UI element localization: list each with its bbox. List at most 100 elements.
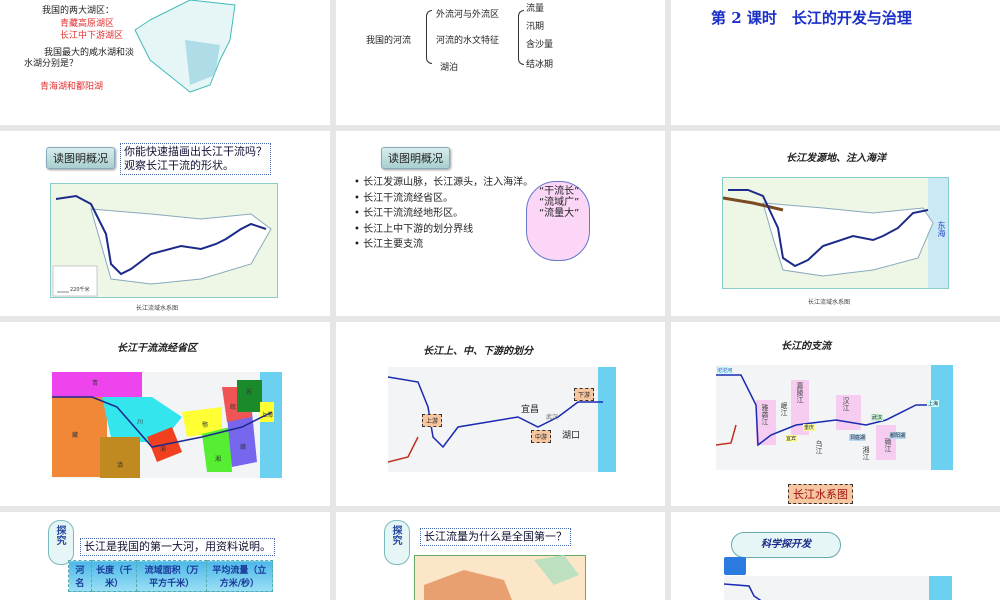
bullet-item: 长江发源山脉，长江源头，注入海洋。	[354, 175, 533, 191]
china-terrain-map	[414, 555, 586, 600]
bullet-item: 长江上中下游的划分界线	[354, 222, 533, 238]
header-cell: 平均流量（立方米/秒）	[205, 560, 274, 592]
question-2: 水湖分别是？	[24, 59, 79, 69]
question-1: 你能快速描画出长江干流吗？	[124, 145, 267, 158]
hukou-label: 湖口	[562, 431, 581, 441]
brace	[518, 10, 524, 65]
yalong-river-label: 雅砻江	[761, 404, 769, 425]
slide-title: 长江发源地、注入海洋	[786, 153, 886, 164]
slide-2[interactable]: 我国的河流 外流河与外流区 河流的水文特征 湖泊 流量 汛期 含沙量 结冰期	[336, 0, 665, 125]
slide-6[interactable]: 长江发源地、注入海洋 东海 长江流域水系图	[671, 131, 1000, 316]
bullet-item: 长江主要支流	[354, 237, 533, 253]
province-label: 湘	[215, 456, 222, 463]
province-label: 川	[137, 419, 144, 426]
cloud-heading: 科学探开发	[731, 532, 841, 558]
jialing-river-label: 嘉陵江	[796, 382, 804, 403]
poyang-lake-label: 鄱阳湖	[889, 432, 907, 439]
feature-3: 含沙量	[526, 40, 554, 50]
province-label: 青	[92, 380, 99, 387]
slide-title: 长江的支流	[781, 341, 831, 352]
ship-icon	[724, 557, 746, 575]
header-cell: 长度（千米）	[90, 560, 138, 592]
lesson-title: 第 2 课时 长江的开发与治理	[711, 9, 912, 27]
answer: 青海湖和鄱阳湖	[40, 82, 104, 92]
china-map-image	[134, 0, 236, 93]
slide-12[interactable]: 科学探开发	[671, 512, 1000, 600]
feature-1: 流量	[526, 4, 545, 14]
branch-3: 湖泊	[440, 63, 459, 73]
read-map-button[interactable]: 读图明概况	[46, 147, 115, 169]
lake-2: 长江中下游湖区	[60, 31, 124, 41]
branch-2: 河流的水文特征	[436, 36, 500, 46]
yangtze-source-map	[722, 177, 949, 289]
bullet-item: 长江干流流经省区。	[354, 191, 533, 207]
explore-tag: 探究	[384, 520, 410, 565]
middle-reach-label: 中游	[531, 430, 552, 443]
map-caption: 长江流域水系图	[136, 305, 179, 312]
slide-7[interactable]: 长江干流流经省区 青 藏 川 渝 滇 鄂 湘 赣 皖 苏 上海	[0, 322, 330, 506]
river-map	[724, 576, 952, 600]
brace	[426, 10, 432, 64]
feature-4: 结冰期	[526, 60, 554, 70]
province-label: 藏	[72, 432, 79, 439]
tributaries-map	[716, 365, 953, 470]
slide-8[interactable]: 长江上、中、下游的划分 上游 中游 下游 宜昌 湖口 武汉	[336, 322, 665, 506]
cloud-text: “流域广”	[539, 197, 580, 208]
wuhan-label: 武汉	[871, 414, 884, 421]
yibin-label: 宜宾	[785, 435, 798, 442]
wu-river-label: 乌江	[815, 440, 823, 454]
header-cell: 河名	[68, 560, 92, 592]
wuhan-label: 武汉	[546, 414, 559, 421]
slide-1[interactable]: 我国的两大湖区： 青藏高原湖区 长江中下游湖区 我国最大的咸水湖和淡 水湖分别是…	[0, 0, 330, 125]
slide-3[interactable]: 第 2 课时 长江的开发与治理	[671, 0, 1000, 125]
province-label: 皖	[230, 404, 237, 411]
chongqing-label: 重庆	[803, 424, 816, 431]
province-label: 滇	[117, 462, 124, 469]
slide-5[interactable]: 读图明概况 长江发源山脉，长江源头，注入海洋。 长江干流流经省区。 长江干流流经…	[336, 131, 665, 316]
table-header-row: 河名 长度（千米） 流域面积（万平方千米） 平均流量（立方米/秒）	[68, 560, 274, 592]
read-map-button[interactable]: 读图明概况	[381, 147, 450, 169]
prompt: 长江是我国的第一大河，用资料说明。	[80, 538, 275, 556]
legend-scale: 220千米	[70, 287, 90, 293]
han-river-label: 汉江	[842, 397, 850, 411]
map-caption: 长江流域水系图	[808, 299, 851, 306]
province-label: 赣	[240, 444, 247, 451]
slide-title: 长江上、中、下游的划分	[423, 346, 533, 357]
feature-2: 汛期	[526, 22, 545, 32]
slide-9[interactable]: 长江的支流 沱沱河 雅砻江 岷江 嘉陵江 汉江 乌江 湘江 赣江 洞庭湖 鄱阳湖…	[671, 322, 1000, 506]
lower-reach-label: 下游	[574, 388, 595, 401]
lake-heading: 我国的两大湖区：	[42, 6, 115, 16]
question-2: 观察长江干流的形状。	[124, 159, 234, 172]
gan-river-label: 赣江	[884, 438, 892, 452]
province-label: 苏	[246, 389, 253, 396]
slide-title: 长江干流流经省区	[117, 343, 197, 354]
slide-11[interactable]: 探究 长江流量为什么是全国第一？	[336, 512, 665, 600]
province-label: 鄂	[202, 422, 209, 429]
bullet-list: 长江发源山脉，长江源头，注入海洋。 长江干流流经省区。 长江干流流经地形区。 长…	[354, 175, 533, 253]
tuotuo-label: 沱沱河	[717, 367, 733, 374]
slide-10[interactable]: 探究 长江是我国的第一大河，用资料说明。 河名 长度（千米） 流域面积（万平方千…	[0, 512, 330, 600]
province-label: 上海	[261, 412, 274, 419]
bullet-item: 长江干流流经地形区。	[354, 206, 533, 222]
prompt: 长江流量为什么是全国第一？	[420, 528, 571, 546]
slide-4[interactable]: 读图明概况 你能快速描画出长江干流吗？ 观察长江干流的形状。 220千米 长江流…	[0, 131, 330, 316]
province-label: 渝	[160, 446, 167, 453]
yichang-label: 宜昌	[521, 405, 540, 415]
explore-tag: 探究	[48, 520, 74, 565]
sea-label: 东海	[937, 221, 946, 237]
yangtze-basin-map	[50, 183, 278, 298]
min-river-label: 岷江	[780, 402, 788, 416]
header-cell: 流域面积（万平方千米）	[136, 560, 207, 592]
rivers-root: 我国的河流	[366, 36, 412, 46]
shanghai-label: 上海	[927, 400, 940, 407]
branch-1: 外流河与外流区	[436, 10, 500, 20]
upper-reach-label: 上游	[422, 414, 443, 427]
question-box: 你能快速描画出长江干流吗？ 观察长江干流的形状。	[120, 143, 271, 175]
thought-cloud: “干流长” “流域广” “流量大”	[526, 181, 590, 261]
cloud-text: “流量大”	[539, 208, 580, 219]
cloud-text: “干流长”	[539, 186, 580, 197]
xiang-river-label: 湘江	[862, 446, 870, 460]
data-table: 河名 长度（千米） 流域面积（万平方千米） 平均流量（立方米/秒）	[68, 560, 274, 592]
dongting-lake-label: 洞庭湖	[849, 434, 867, 441]
yangtze-system-badge: 长江水系图	[788, 484, 853, 504]
